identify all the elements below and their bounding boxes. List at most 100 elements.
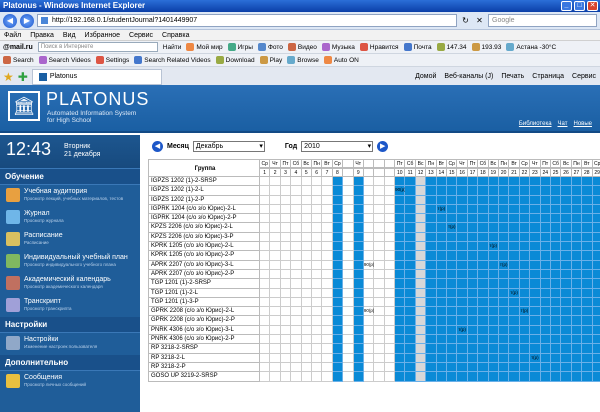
journal-cell[interactable] [405,186,416,196]
journal-cell[interactable] [374,279,385,289]
journal-cell[interactable] [301,269,312,280]
journal-cell[interactable] [519,269,531,280]
journal-cell[interactable] [467,353,479,363]
journal-cell[interactable] [582,362,593,373]
journal-cell[interactable] [571,186,583,196]
journal-cell[interactable] [322,195,333,205]
menu-item[interactable]: Избранное [85,30,120,40]
journal-cell[interactable] [571,288,583,298]
journal-cell[interactable] [457,223,468,233]
journal-cell[interactable] [447,325,458,336]
journal-cell[interactable] [322,242,333,252]
journal-cell[interactable] [488,372,499,382]
journal-cell[interactable] [332,223,344,233]
journal-cell[interactable] [488,204,499,215]
journal-cell[interactable] [540,372,551,382]
journal-cell[interactable] [498,177,510,187]
journal-cell[interactable] [467,251,479,261]
journal-cell[interactable] [530,372,541,382]
journal-cell[interactable] [488,279,499,289]
journal-cell[interactable] [291,353,302,363]
journal-cell[interactable] [457,214,468,224]
journal-cell[interactable] [519,242,531,252]
journal-cell[interactable] [280,362,292,373]
journal-cell[interactable] [322,372,333,382]
journal-cell[interactable] [467,232,479,243]
journal-cell[interactable] [550,353,562,363]
journal-cell[interactable] [384,344,396,354]
journal-cell[interactable] [447,260,458,270]
journal-cell[interactable] [457,353,468,363]
journal-cell[interactable] [530,279,541,289]
journal-cell[interactable] [498,269,510,280]
journal-cell[interactable] [478,362,489,373]
journal-cell[interactable] [353,372,364,382]
journal-cell[interactable] [260,260,271,270]
journal-cell[interactable] [343,232,354,243]
journal-cell[interactable] [322,316,333,326]
journal-cell[interactable] [363,232,375,243]
journal-cell[interactable] [343,204,354,215]
journal-cell[interactable] [592,232,600,243]
journal-cell[interactable] [540,260,551,270]
journal-cell[interactable] [311,177,323,187]
journal-cell[interactable] [291,242,302,252]
journal-cell[interactable] [405,325,416,336]
toolbar-item[interactable]: Музыка [321,43,355,51]
toolbar-item[interactable]: Фото [257,43,283,51]
journal-cell[interactable] [291,214,302,224]
journal-cell[interactable] [353,335,364,345]
journal-cell[interactable] [436,214,448,224]
journal-cell[interactable] [571,242,583,252]
journal-cell[interactable] [260,204,271,215]
sidebar-item[interactable]: Индивидуальный учебный план Просмотр инди… [0,251,140,273]
tab-platonus[interactable]: Platonus [31,68,162,85]
journal-cell[interactable] [301,204,312,215]
journal-cell[interactable] [509,177,520,187]
journal-cell[interactable] [426,288,437,298]
journal-cell[interactable] [582,307,593,317]
journal-cell[interactable]: 90(р) [363,260,374,270]
journal-cell[interactable] [488,362,499,373]
journal-cell[interactable] [332,260,344,270]
journal-cell[interactable] [395,195,406,205]
journal-cell[interactable] [384,353,396,363]
journal-cell[interactable] [447,316,458,326]
journal-cell[interactable] [571,232,583,243]
journal-cell[interactable] [447,344,458,354]
journal-cell[interactable] [457,269,468,280]
journal-cell[interactable] [280,214,292,224]
journal-cell[interactable] [426,251,437,261]
journal-cell[interactable] [280,251,292,261]
journal-cell[interactable] [550,335,562,345]
journal-cell[interactable] [519,279,531,289]
journal-cell[interactable] [478,335,489,345]
journal-cell[interactable] [363,362,375,373]
journal-cell[interactable] [374,316,385,326]
journal-cell[interactable] [561,279,572,289]
journal-cell[interactable] [582,223,593,233]
journal-cell[interactable] [291,335,302,345]
journal-cell[interactable] [530,242,541,252]
toolbar-item[interactable]: Игры [227,43,253,51]
journal-cell[interactable] [561,353,572,363]
journal-cell[interactable] [561,204,572,215]
journal-cell[interactable] [291,344,302,354]
journal-cell[interactable] [457,316,468,326]
journal-cell[interactable] [374,177,385,187]
toolbar2-item[interactable]: Browse [287,56,319,64]
journal-cell[interactable] [270,195,281,205]
journal-cell[interactable] [353,251,364,261]
journal-cell[interactable] [447,279,458,289]
journal-cell[interactable] [426,195,437,205]
journal-cell[interactable] [550,223,562,233]
journal-cell[interactable] [426,186,437,196]
journal-cell[interactable] [374,195,385,205]
journal-cell[interactable] [260,316,271,326]
toolbar-search-input[interactable]: Поиск в Интернете [37,42,158,52]
journal-cell[interactable] [592,288,600,298]
journal-cell[interactable] [478,297,489,308]
toolbar-item[interactable]: Нравится [359,43,399,51]
journal-cell[interactable] [363,316,375,326]
journal-cell[interactable] [270,353,281,363]
